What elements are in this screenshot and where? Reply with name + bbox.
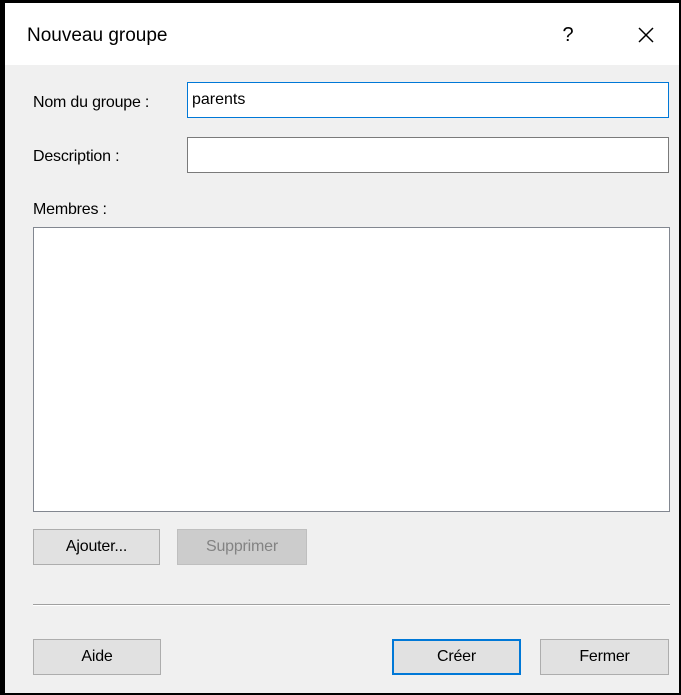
help-button[interactable]: ?: [553, 20, 583, 50]
description-input[interactable]: [187, 137, 669, 173]
members-label: Membres :: [33, 201, 107, 218]
close-button[interactable]: [629, 18, 663, 52]
help-bottom-button[interactable]: Aide: [33, 639, 161, 675]
description-label: Description :: [33, 148, 120, 165]
close-icon: [638, 27, 654, 43]
add-button[interactable]: Ajouter...: [33, 529, 160, 565]
remove-button[interactable]: Supprimer: [177, 529, 307, 565]
close-bottom-button[interactable]: Fermer: [540, 639, 669, 675]
window-title: Nouveau groupe: [27, 25, 168, 46]
create-button[interactable]: Créer: [392, 639, 521, 675]
group-name-label: Nom du groupe :: [33, 94, 150, 111]
members-list[interactable]: [33, 227, 670, 512]
title-bar: Nouveau groupe ?: [5, 3, 679, 65]
separator: [33, 604, 670, 606]
group-name-input[interactable]: [187, 82, 669, 118]
new-group-dialog: Nouveau groupe ? Nom du groupe : Descrip…: [5, 3, 679, 693]
